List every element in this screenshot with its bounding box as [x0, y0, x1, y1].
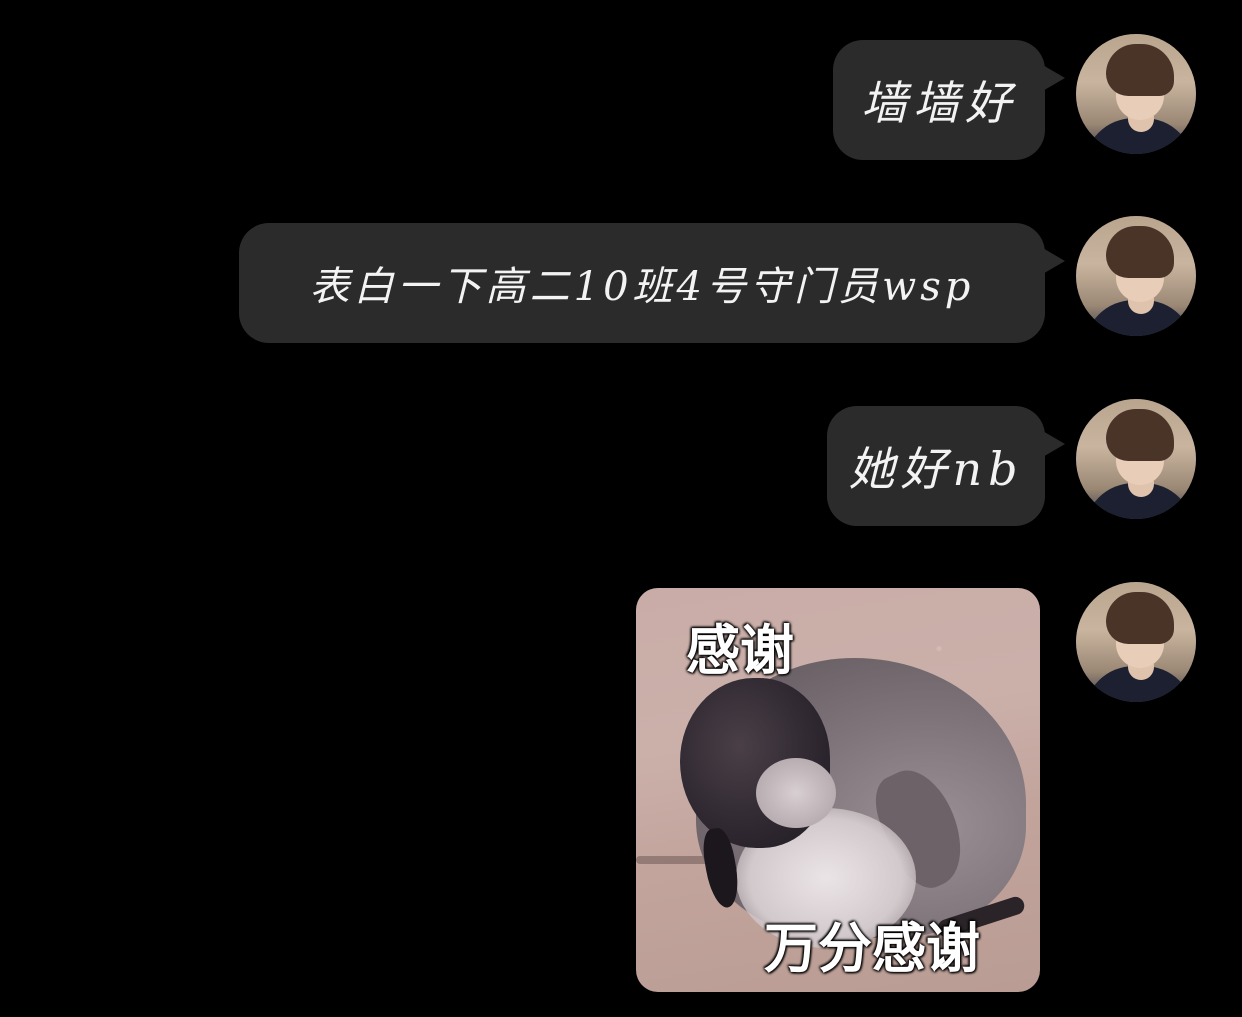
message-bubble[interactable]: 墙墙好 [833, 40, 1065, 160]
message-bubble[interactable]: 表白一下高二10班4号守门员wsp [239, 223, 1065, 343]
sender-avatar[interactable] [1076, 399, 1196, 519]
message-text: 墙墙好 [861, 76, 1017, 130]
sender-avatar[interactable] [1076, 582, 1196, 702]
bubble-tail [1041, 430, 1065, 458]
bubble-tail [1041, 247, 1065, 275]
message-text: 她好nb [848, 442, 1024, 496]
sticker-bottom-caption: 万分感谢 [764, 917, 980, 980]
sticker-top-caption: 感谢 [686, 619, 794, 682]
chat-thread: 墙墙好 表白一下高二10班4号守门员wsp 她好nb 感谢 万分感谢 [0, 0, 1242, 1017]
sticker-message[interactable]: 感谢 万分感谢 [636, 588, 1040, 992]
sender-avatar[interactable] [1076, 216, 1196, 336]
bubble-tail [1041, 64, 1065, 92]
penguin-cheek [756, 758, 836, 828]
message-bubble[interactable]: 她好nb [827, 406, 1065, 526]
message-text: 表白一下高二10班4号守门员wsp [309, 264, 975, 310]
sender-avatar[interactable] [1076, 34, 1196, 154]
